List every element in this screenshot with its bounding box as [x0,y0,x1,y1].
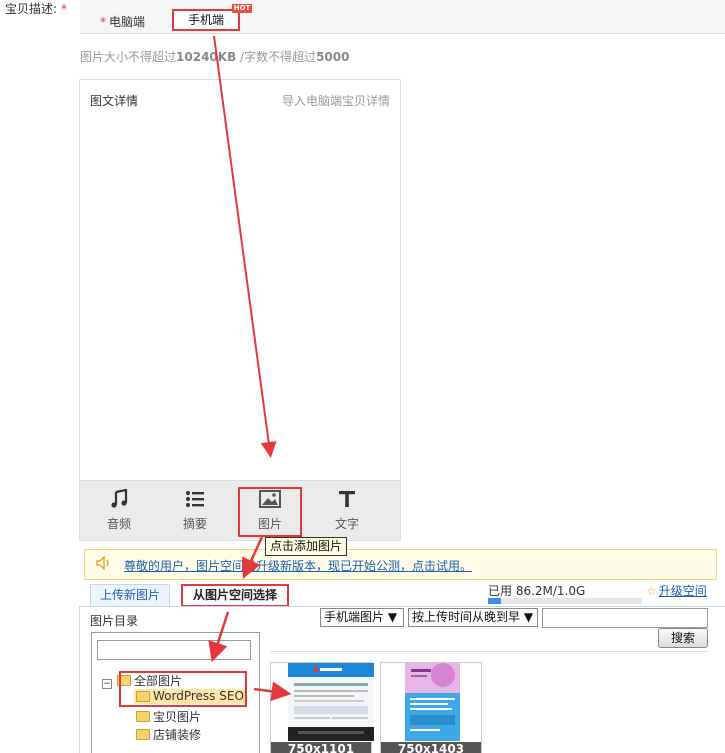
tree-item-label: 店铺装修 [153,728,202,742]
limit-words: 5000 [316,50,350,64]
notice-link[interactable]: 尊敬的用户，图片空间已升级新版本，现已开始公测，点击试用。 [124,557,472,574]
import-pc-detail-link[interactable]: 导入电脑端宝贝详情 [282,92,390,109]
tree-item-shop-decor[interactable]: 店铺装修 [136,726,201,743]
limit-middle: /字数不得超过 [236,50,317,64]
description-field-label: 宝贝描述: * [5,0,67,17]
image-button-highlight [238,487,302,537]
image-thumbnail[interactable]: 750x1403 [380,662,482,753]
tree-item-label: 宝贝图片 [153,710,202,724]
thumbnail-preview [288,663,374,741]
music-note-icon [87,487,151,511]
search-button[interactable]: 搜索 [658,628,708,648]
search-input[interactable] [542,608,708,628]
upgrade-space-link[interactable]: ☆ 升级空间 [646,582,707,599]
product-description-editor: 宝贝描述: * * 电脑端 手机端 HOT 图片大小不得超过10240KB /字数不… [0,0,725,753]
folder-icon [136,711,150,722]
tab-pc-label: 电脑端 [109,15,146,29]
required-mark: * [61,2,68,16]
limit-size: 10240KB [176,50,237,64]
thumbnail-preview [405,663,460,741]
toolbar-text-label: 文字 [334,517,359,531]
image-thumbnail[interactable]: 750x1101 [270,662,374,753]
upgrade-space-label: 升级空间 [658,584,707,598]
storage-usage-fill [488,598,501,604]
star-icon: ☆ [646,584,657,598]
pc-required-mark: * [100,15,106,29]
text-t-icon [315,487,379,511]
storage-usage-text: 已用 86.2M/1.0G [488,584,586,598]
tab-mobile-label: 手机端 [187,13,224,27]
thumbnail-size-label: 750x1101 [271,742,371,753]
tab-pc[interactable]: * 电脑端 [100,13,145,30]
add-image-tooltip: 点击添加图片 [265,537,348,556]
folder-icon [136,729,150,740]
tree-collapse-toggle[interactable]: − [102,679,112,689]
toolbar-summary-label: 摘要 [182,517,207,531]
tree-annotation-box [119,671,247,707]
limit-prefix: 图片大小不得超过 [80,50,177,64]
hot-badge: HOT [232,4,252,13]
mobile-detail-editor[interactable] [79,79,401,481]
speaker-icon [96,555,112,571]
list-icon [163,487,227,511]
toolbar-audio-label: 音频 [106,517,131,531]
storage-usage-bar [488,598,642,604]
tab-upload-new-image[interactable]: 上传新图片 [90,584,170,606]
upload-limit-text: 图片大小不得超过10240KB /字数不得超过5000 [80,48,349,65]
category-select[interactable]: 手机端图片 ▼ [320,608,404,627]
editor-title: 图文详情 [90,94,139,108]
thumbnail-size-label: 750x1403 [381,742,481,753]
tab-choose-from-space[interactable]: 从图片空间选择 [181,584,289,607]
field-label-text: 宝贝描述: [5,2,58,16]
toolbar-text-button[interactable]: 文字 [315,487,379,532]
tree-item-product-images[interactable]: 宝贝图片 [136,708,201,725]
toolbar-audio-button[interactable]: 音频 [87,487,151,532]
sort-select[interactable]: 按上传时间从晚到早 ▼ [408,608,538,627]
toolbar-summary-button[interactable]: 摘要 [163,487,227,532]
image-directory-title: 图片目录 [90,614,139,628]
directory-filter-input[interactable] [97,640,251,660]
tab-mobile[interactable]: 手机端 [172,9,240,31]
